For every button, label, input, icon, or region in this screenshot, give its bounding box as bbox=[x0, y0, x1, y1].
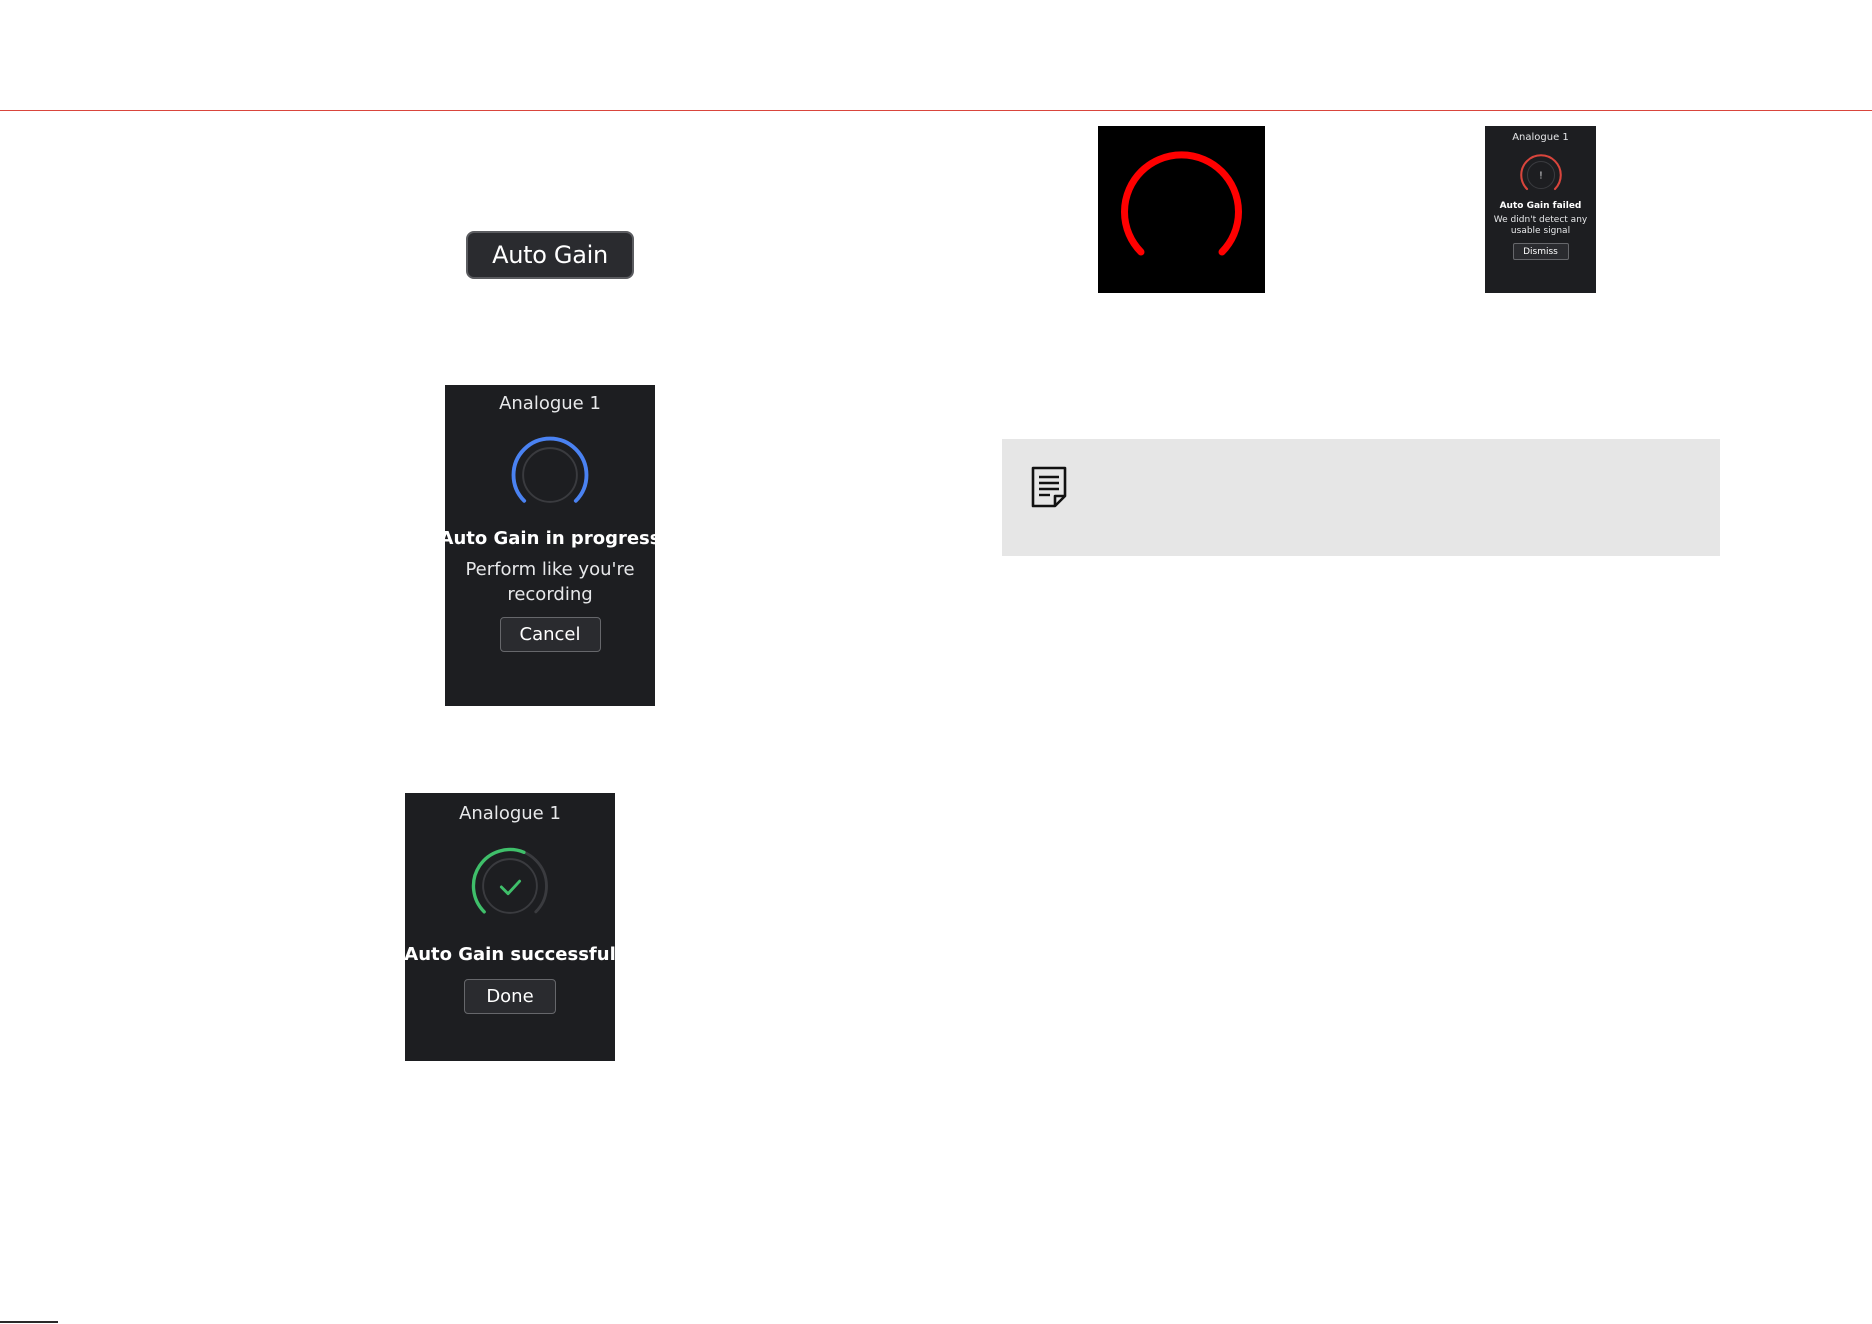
note-box bbox=[1002, 439, 1720, 556]
auto-gain-success-panel: Analogue 1 Auto Gain successful Done bbox=[404, 793, 616, 1061]
panel-heading: Auto Gain failed bbox=[1499, 201, 1582, 211]
panel-heading: Auto Gain successful bbox=[404, 944, 616, 965]
auto-gain-progress-panel: Analogue 1 Auto Gain in progress Perform… bbox=[440, 385, 660, 706]
panel-message: We didn't detect any usable signal bbox=[1494, 215, 1587, 237]
red-ring-icon bbox=[1121, 151, 1242, 256]
panel-title: Analogue 1 bbox=[499, 393, 601, 414]
panel-title: Analogue 1 bbox=[1512, 132, 1569, 143]
panel-title: Analogue 1 bbox=[459, 803, 561, 824]
auto-gain-button-label: Auto Gain bbox=[492, 241, 608, 269]
panel-message-line: Perform like you're bbox=[465, 559, 635, 580]
gain-knob-icon: ! bbox=[1519, 154, 1562, 191]
gain-knob-icon bbox=[471, 847, 548, 914]
panel-message: Perform like you're recording bbox=[465, 557, 634, 607]
header-rule bbox=[0, 110, 1872, 111]
note-icon bbox=[1031, 466, 1067, 508]
footer-rule bbox=[0, 1321, 58, 1323]
done-button[interactable]: Done bbox=[464, 979, 556, 1014]
panel-message-line: recording bbox=[507, 584, 593, 605]
auto-gain-failed-panel: Analogue 1 ! Auto Gain failed We didn't … bbox=[1485, 126, 1596, 293]
red-ring-image bbox=[1098, 126, 1265, 293]
panel-message-line: usable signal bbox=[1510, 226, 1571, 236]
cancel-button[interactable]: Cancel bbox=[499, 617, 601, 652]
panel-heading: Auto Gain in progress bbox=[439, 528, 661, 549]
auto-gain-button[interactable]: Auto Gain bbox=[466, 231, 634, 279]
gain-knob-icon bbox=[511, 436, 589, 503]
dismiss-button[interactable]: Dismiss bbox=[1512, 243, 1569, 260]
alert-icon: ! bbox=[1539, 171, 1542, 182]
panel-message-line: We didn't detect any bbox=[1493, 215, 1588, 225]
